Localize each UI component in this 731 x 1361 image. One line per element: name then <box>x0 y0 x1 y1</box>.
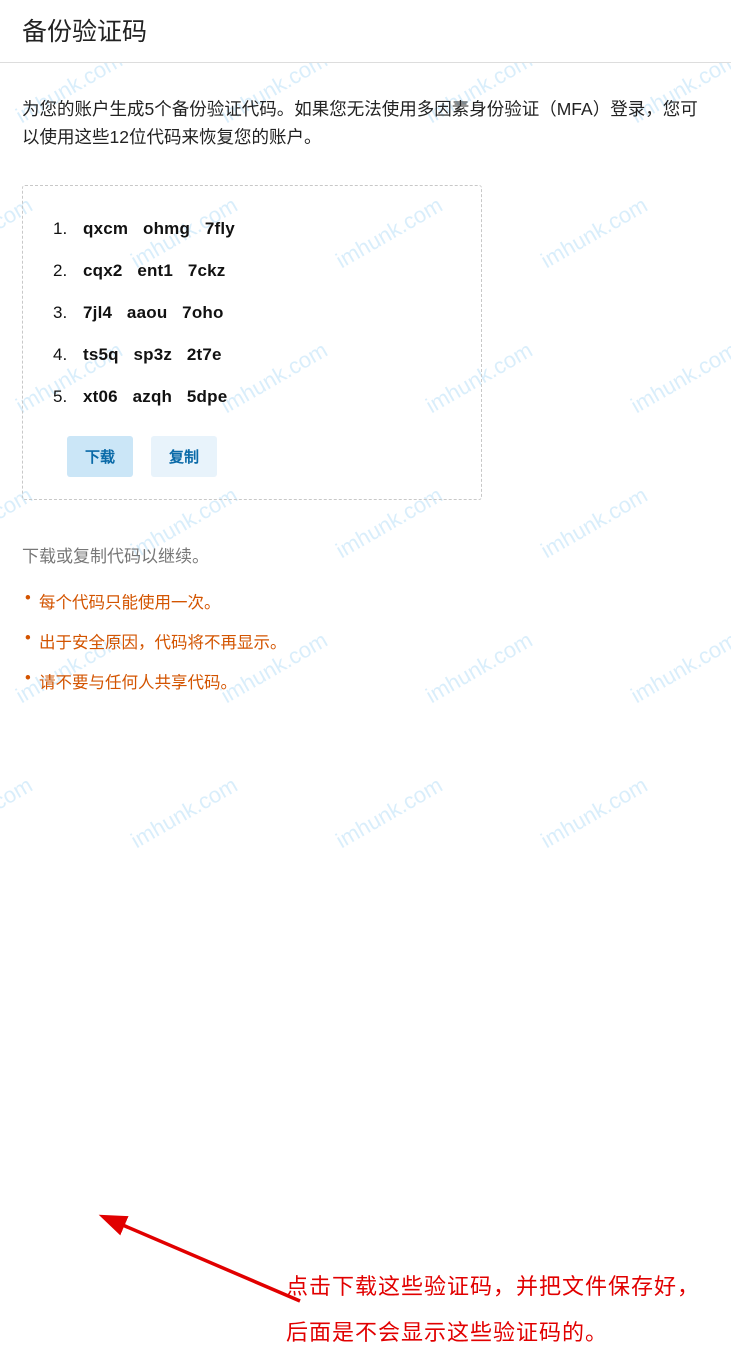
description-text: 为您的账户生成5个备份验证代码。如果您无法使用多因素身份验证（MFA）登录，您可… <box>22 95 709 151</box>
note-item: 请不要与任何人共享代码。 <box>25 669 709 693</box>
backup-codes-panel: qxcm ohmg 7fly cqx2 ent1 7ckz 7jl4 aaou … <box>22 185 482 500</box>
continue-hint: 下载或复制代码以继续。 <box>22 542 709 567</box>
list-item: 7jl4 aaou 7oho <box>53 292 467 334</box>
list-item: xt06 azqh 5dpe <box>53 376 467 418</box>
backup-code: qxcm ohmg 7fly <box>83 219 235 239</box>
download-button[interactable]: 下载 <box>67 436 133 477</box>
backup-codes-list: qxcm ohmg 7fly cqx2 ent1 7ckz 7jl4 aaou … <box>53 208 467 418</box>
list-item: ts5q sp3z 2t7e <box>53 334 467 376</box>
note-item: 出于安全原因，代码将不再显示。 <box>25 629 709 653</box>
list-item: cqx2 ent1 7ckz <box>53 250 467 292</box>
copy-button[interactable]: 复制 <box>151 436 217 477</box>
notes-list: 每个代码只能使用一次。 出于安全原因，代码将不再显示。 请不要与任何人共享代码。 <box>25 589 709 693</box>
backup-code: 7jl4 aaou 7oho <box>83 303 224 323</box>
backup-code: ts5q sp3z 2t7e <box>83 345 222 365</box>
arrow-icon <box>100 1211 400 1361</box>
list-item: qxcm ohmg 7fly <box>53 208 467 250</box>
page-header: 备份验证码 <box>0 0 731 63</box>
note-item: 每个代码只能使用一次。 <box>25 589 709 613</box>
page-title: 备份验证码 <box>22 12 709 48</box>
annotation-text: 点击下载这些验证码，并把文件保存好，后面是不会显示这些验证码的。 <box>286 1264 716 1356</box>
backup-code: xt06 azqh 5dpe <box>83 387 227 407</box>
backup-code: cqx2 ent1 7ckz <box>83 261 226 281</box>
